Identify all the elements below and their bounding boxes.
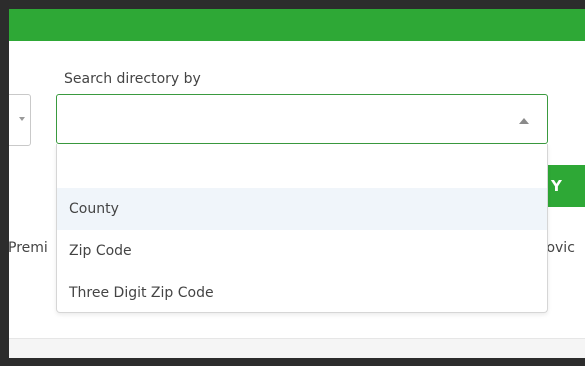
background-text-left: Premi <box>9 240 48 256</box>
dropdown-option-zip-code[interactable]: Zip Code <box>57 230 547 272</box>
window-frame: Search directory by Y Premi rovic County… <box>0 0 585 366</box>
search-by-dropdown: County Zip Code Three Digit Zip Code <box>56 144 548 313</box>
footer-strip <box>9 338 585 358</box>
page-content: Search directory by Y Premi rovic County… <box>9 9 585 358</box>
chevron-down-icon <box>19 117 25 121</box>
search-by-select[interactable] <box>56 94 548 144</box>
dropdown-option-county[interactable]: County <box>57 188 547 230</box>
search-by-label: Search directory by <box>64 71 201 87</box>
header-bar <box>9 9 585 41</box>
search-button-label: Y <box>551 177 562 195</box>
left-filter-select[interactable] <box>9 94 31 146</box>
caret-up-icon <box>519 118 529 124</box>
dropdown-option-three-digit-zip[interactable]: Three Digit Zip Code <box>57 272 547 314</box>
dropdown-option-blank[interactable] <box>57 144 547 186</box>
